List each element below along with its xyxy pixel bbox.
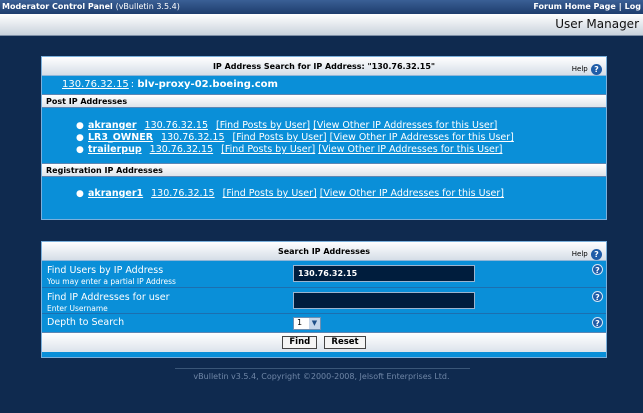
host-separator: :	[130, 79, 135, 90]
footer-copyright: vBulletin v3.5.4, Copyright ©2000-2008, …	[193, 372, 450, 381]
ip-link[interactable]: 130.76.32.15	[145, 120, 208, 131]
help-label: Help	[571, 65, 588, 73]
user-link[interactable]: akranger1	[88, 188, 143, 199]
find-posts-link[interactable]: [Find Posts by User]	[216, 120, 310, 131]
username-input[interactable]	[293, 292, 475, 309]
top-links: Forum Home Page | Log	[530, 2, 641, 11]
search-ip-title: Search IP Addresses	[277, 247, 371, 256]
button-row: Find Reset	[42, 332, 606, 352]
depth-row: Depth to Search 1 ▼ ?	[42, 313, 606, 332]
user-search-row: Find IP Addresses for user Enter Usernam…	[42, 287, 606, 313]
ip-link[interactable]: 130.76.32.15	[150, 144, 213, 155]
user-link[interactable]: trailerpup	[88, 144, 142, 155]
view-other-ips-link[interactable]: [View Other IP Addresses for this User]	[320, 188, 504, 199]
registration-ip-section-title: Registration IP Addresses	[42, 163, 606, 177]
view-other-ips-link[interactable]: [View Other IP Addresses for this User]	[313, 120, 497, 131]
reset-button[interactable]: Reset	[324, 336, 366, 349]
header-bar: User Manager	[0, 14, 643, 36]
question-mark-icon[interactable]: ?	[592, 264, 603, 275]
ip-results-header: IP Address Search for IP Address: "130.7…	[42, 57, 606, 76]
ip-search-input[interactable]	[293, 265, 475, 282]
view-other-ips-link[interactable]: [View Other IP Addresses for this User]	[318, 144, 502, 155]
post-ip-section-title: Post IP Addresses	[42, 94, 606, 108]
ip-search-hint: You may enter a partial IP Address	[47, 277, 176, 286]
find-posts-link[interactable]: [Find Posts by User]	[223, 188, 317, 199]
ip-link[interactable]: 130.76.32.15	[161, 132, 224, 143]
list-item: ● trailerpup 130.76.32.15 [Find Posts by Us…	[76, 144, 606, 156]
app-title-text: Moderator Control Panel	[2, 2, 113, 11]
footer-divider	[175, 368, 470, 369]
page-title: User Manager	[555, 17, 639, 31]
list-item: ● akranger1 130.76.32.15 [Find Posts by Use…	[76, 188, 606, 200]
user-search-label: Find IP Addresses for user	[47, 292, 170, 303]
list-item: ● LR3_OWNER 130.76.32.15 [Find Posts by Use…	[76, 132, 606, 144]
top-bar: Moderator Control Panel (vBulletin 3.5.4…	[0, 0, 643, 14]
user-search-hint: Enter Username	[47, 304, 108, 313]
app-title: Moderator Control Panel (vBulletin 3.5.4…	[2, 2, 180, 11]
find-posts-link[interactable]: [Find Posts by User]	[221, 144, 315, 155]
user-link[interactable]: akranger	[88, 120, 137, 131]
bullet-icon: ●	[76, 121, 84, 131]
ip-link[interactable]: 130.76.32.15	[151, 188, 214, 199]
depth-label: Depth to Search	[47, 317, 125, 328]
view-other-ips-link[interactable]: [View Other IP Addresses for this User]	[330, 132, 514, 143]
list-item: ● akranger 130.76.32.15 [Find Posts by User…	[76, 120, 606, 132]
bullet-icon: ●	[76, 189, 84, 199]
bullet-icon: ●	[76, 133, 84, 143]
bullet-icon: ●	[76, 145, 84, 155]
help-link[interactable]: Help ?	[572, 60, 602, 79]
ip-results-title: IP Address Search for IP Address: "130.7…	[212, 62, 436, 71]
find-posts-link[interactable]: [Find Posts by User]	[233, 132, 327, 143]
host-ip-link[interactable]: 130.76.32.15	[62, 79, 129, 90]
forum-home-link[interactable]: Forum Home Page	[533, 2, 615, 11]
search-ip-panel: Search IP Addresses Help ? Find Users by…	[41, 241, 607, 358]
question-mark-icon[interactable]: ?	[591, 63, 602, 75]
chevron-down-icon[interactable]: ▼	[309, 318, 320, 329]
search-ip-header: Search IP Addresses Help ?	[42, 242, 606, 261]
ip-search-label: Find Users by IP Address	[47, 265, 164, 276]
user-link[interactable]: LR3_OWNER	[88, 132, 153, 143]
log-out-link[interactable]: Log	[625, 2, 641, 11]
post-ip-list: ● akranger 130.76.32.15 [Find Posts by User…	[42, 108, 606, 163]
host-line: 130.76.32.15: blv-proxy-02.boeing.com	[42, 76, 606, 94]
host-name: blv-proxy-02.boeing.com	[137, 79, 278, 90]
question-mark-icon[interactable]: ?	[591, 248, 602, 260]
ip-search-row: Find Users by IP Address You may enter a…	[42, 261, 606, 287]
app-version: (vBulletin 3.5.4)	[115, 2, 180, 11]
ip-results-panel: IP Address Search for IP Address: "130.7…	[41, 56, 607, 220]
depth-value: 1	[297, 318, 303, 327]
question-mark-icon[interactable]: ?	[592, 317, 603, 328]
find-button[interactable]: Find	[282, 336, 318, 349]
help-label: Help	[571, 250, 588, 258]
depth-select[interactable]: 1 ▼	[293, 317, 321, 330]
question-mark-icon[interactable]: ?	[592, 291, 603, 302]
registration-ip-list: ● akranger1 130.76.32.15 [Find Posts by Use…	[42, 177, 606, 211]
link-separator: |	[618, 2, 622, 11]
